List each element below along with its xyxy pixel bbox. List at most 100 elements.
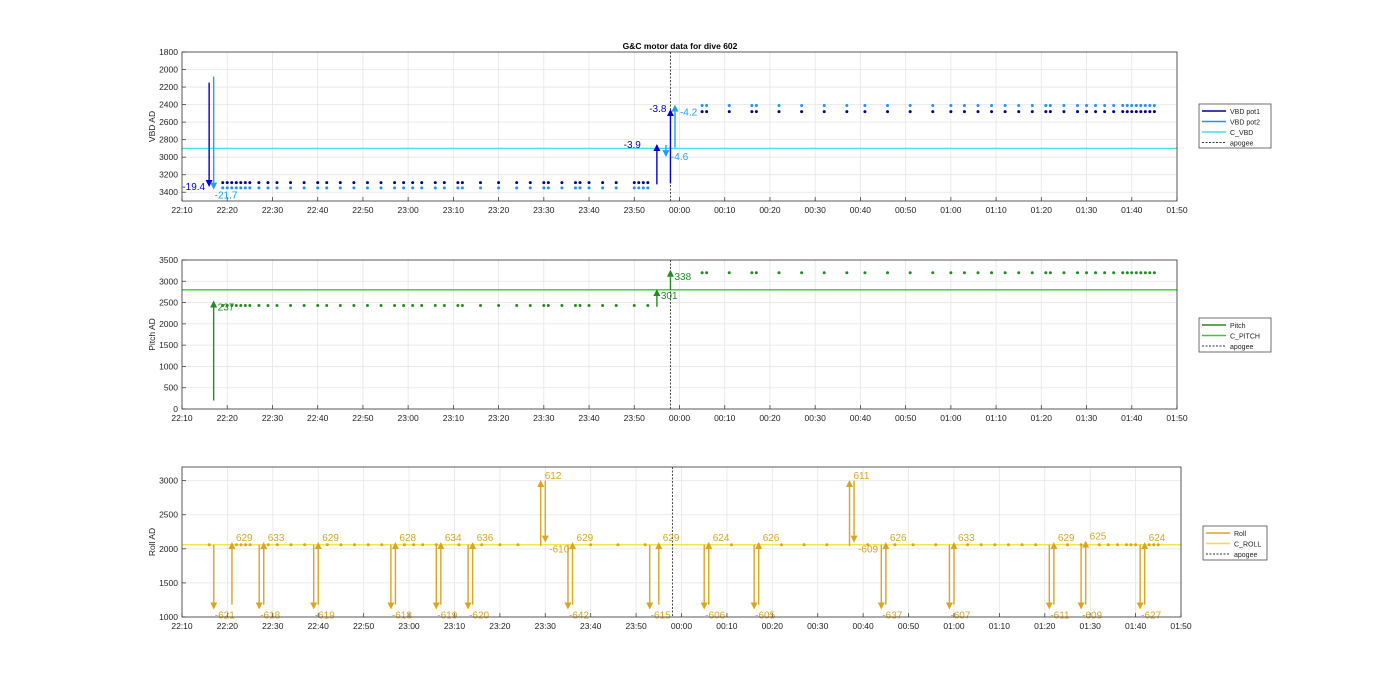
data-point bbox=[863, 271, 867, 275]
data-point bbox=[646, 304, 650, 308]
data-point bbox=[420, 186, 424, 190]
legend-entry: C_PITCH bbox=[1230, 334, 1260, 341]
data-point bbox=[266, 304, 270, 308]
data-point bbox=[365, 186, 369, 190]
legend-entry: C_VBD bbox=[1230, 130, 1253, 137]
data-point bbox=[338, 304, 342, 308]
data-point bbox=[402, 304, 406, 308]
data-point bbox=[402, 181, 406, 185]
data-point bbox=[822, 110, 826, 114]
data-point bbox=[1112, 271, 1116, 275]
data-point bbox=[863, 103, 867, 107]
x-tick-label: 00:20 bbox=[762, 621, 784, 631]
data-point bbox=[1152, 271, 1156, 275]
data-point bbox=[614, 304, 618, 308]
x-tick-label: 01:20 bbox=[1034, 621, 1056, 631]
data-point bbox=[976, 103, 980, 107]
data-point bbox=[456, 181, 460, 185]
data-point bbox=[1125, 103, 1129, 107]
data-point bbox=[777, 271, 781, 275]
x-tick-label: 00:30 bbox=[805, 413, 827, 423]
arrow-label: -21.7 bbox=[215, 191, 238, 202]
data-point bbox=[802, 543, 806, 547]
data-point bbox=[1112, 103, 1116, 107]
data-point bbox=[1044, 103, 1048, 107]
data-point bbox=[632, 181, 636, 185]
data-point bbox=[442, 186, 446, 190]
arrow-label: -620 bbox=[469, 611, 489, 622]
data-point bbox=[578, 186, 582, 190]
data-point bbox=[705, 271, 709, 275]
arrow-label: -19.4 bbox=[182, 182, 205, 193]
legend-entry: apogee bbox=[1230, 141, 1253, 148]
data-point bbox=[225, 186, 229, 190]
data-point bbox=[479, 304, 482, 308]
arrow-label: -609 bbox=[1082, 611, 1102, 622]
x-tick-label: 01:30 bbox=[1076, 413, 1098, 423]
data-point bbox=[225, 181, 229, 185]
data-point bbox=[632, 186, 636, 190]
legend-entry: VBD pot1 bbox=[1230, 109, 1260, 116]
data-point bbox=[949, 103, 953, 107]
data-point bbox=[393, 186, 397, 190]
data-point bbox=[729, 543, 733, 547]
data-point bbox=[727, 103, 731, 107]
data-point bbox=[800, 271, 804, 275]
y-tick-label: 3200 bbox=[159, 170, 178, 180]
x-tick-label: 00:40 bbox=[852, 621, 874, 631]
data-point bbox=[289, 543, 293, 547]
y-tick-label: 2600 bbox=[159, 117, 178, 127]
data-point bbox=[614, 186, 618, 190]
x-tick-label: 22:10 bbox=[171, 621, 193, 631]
data-point bbox=[1097, 543, 1101, 547]
data-point bbox=[239, 304, 243, 308]
legend-entry: VBD pot2 bbox=[1230, 120, 1260, 127]
arrow-label: 338 bbox=[674, 272, 691, 283]
data-point bbox=[366, 543, 370, 547]
data-point bbox=[1044, 110, 1048, 114]
data-point bbox=[266, 181, 270, 185]
arrow-label: 634 bbox=[445, 533, 462, 544]
legend-entry: apogee bbox=[1234, 552, 1257, 559]
data-point bbox=[1062, 103, 1066, 107]
data-point bbox=[845, 271, 849, 275]
x-tick-label: 23:20 bbox=[488, 413, 510, 423]
figure-title: G&C motor data for dive 602 bbox=[623, 41, 738, 51]
y-tick-label: 2200 bbox=[159, 82, 178, 92]
x-tick-label: 01:10 bbox=[985, 205, 1007, 215]
y-tick-label: 2800 bbox=[159, 135, 178, 145]
data-point bbox=[587, 186, 591, 190]
data-point bbox=[479, 181, 482, 185]
x-tick-label: 00:40 bbox=[850, 205, 872, 215]
arrow-label: 624 bbox=[1149, 533, 1166, 544]
data-point bbox=[1044, 271, 1048, 275]
data-point bbox=[528, 186, 532, 190]
x-tick-label: 00:00 bbox=[671, 621, 693, 631]
x-tick-label: 00:10 bbox=[716, 621, 738, 631]
data-point bbox=[234, 181, 238, 185]
x-tick-label: 22:10 bbox=[171, 205, 193, 215]
data-point bbox=[352, 181, 356, 185]
data-point bbox=[516, 543, 520, 547]
data-point bbox=[754, 271, 758, 275]
data-point bbox=[542, 186, 546, 190]
data-point bbox=[777, 103, 781, 107]
data-point bbox=[303, 543, 307, 547]
data-point bbox=[700, 110, 704, 114]
data-point bbox=[433, 181, 437, 185]
data-point bbox=[1115, 543, 1119, 547]
data-point bbox=[380, 543, 384, 547]
data-point bbox=[1034, 543, 1038, 547]
data-point bbox=[962, 103, 966, 107]
arrow-label: 626 bbox=[763, 533, 780, 544]
data-point bbox=[257, 181, 261, 185]
data-point bbox=[976, 110, 980, 114]
data-point bbox=[1103, 110, 1107, 114]
data-point bbox=[800, 110, 804, 114]
data-point bbox=[886, 110, 890, 114]
data-point bbox=[1076, 271, 1079, 275]
data-point bbox=[234, 304, 238, 308]
data-point bbox=[1094, 103, 1098, 107]
data-point bbox=[546, 304, 550, 308]
data-point bbox=[207, 543, 211, 547]
